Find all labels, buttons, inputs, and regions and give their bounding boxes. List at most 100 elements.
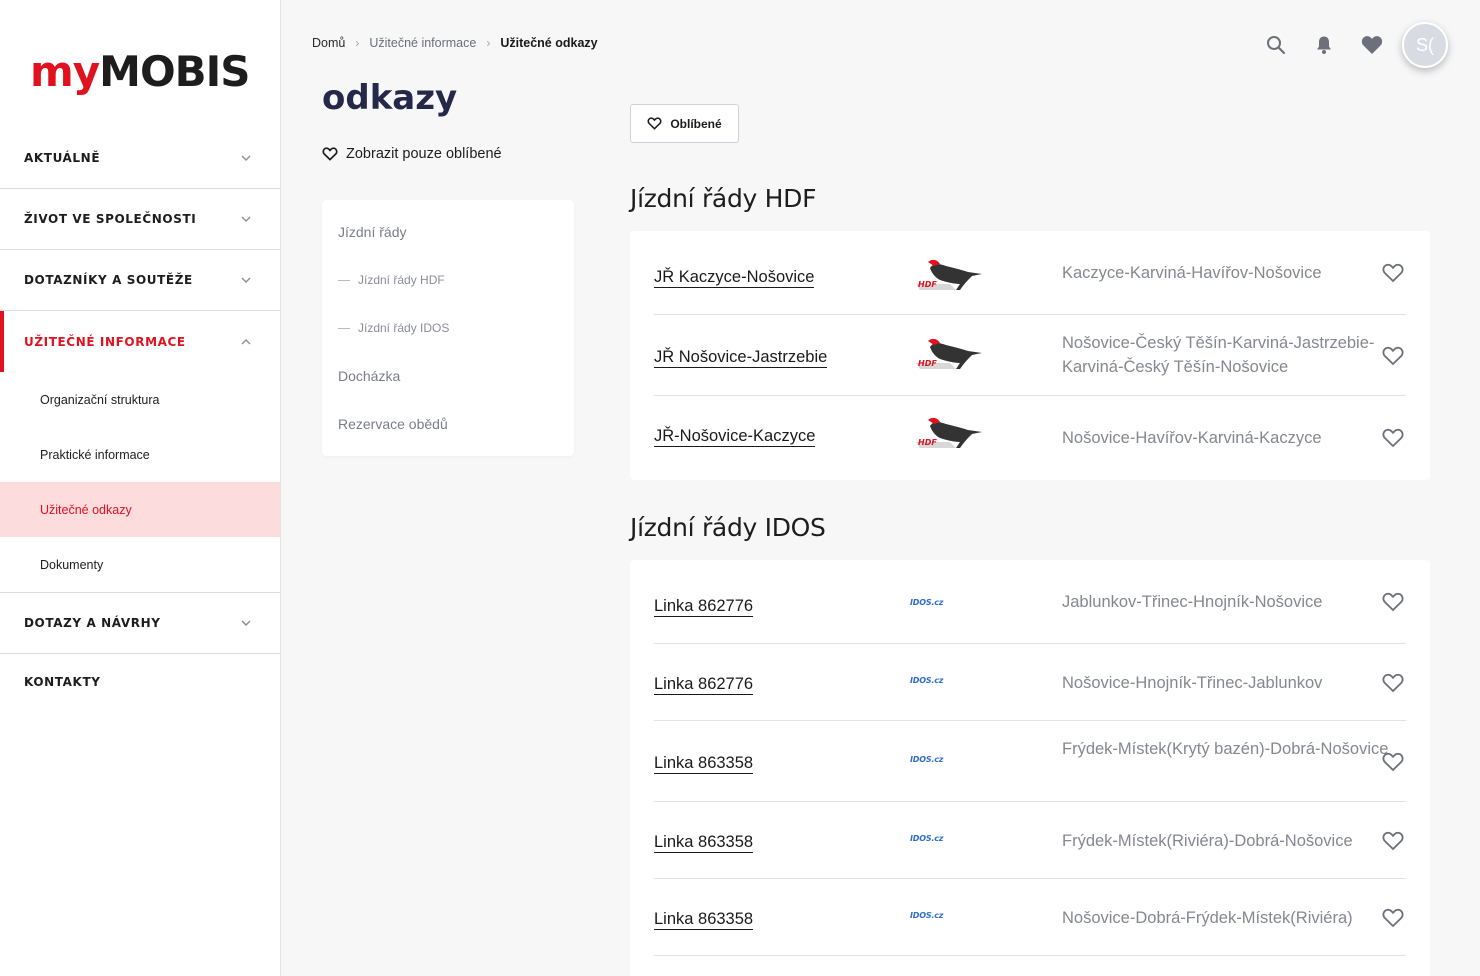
section-title-idos: Jízdní řády IDOS [630, 513, 826, 542]
toc-item-label: Jízdní řády HDF [358, 273, 445, 287]
favorite-heart-icon[interactable] [1382, 263, 1404, 283]
idos-logo: IDOS.cz [910, 676, 944, 685]
idos-logo: IDOS.cz [910, 834, 944, 843]
hdf-kangaroo-logo: HDF [916, 417, 982, 448]
sidebar-subitem-organizacni-struktura[interactable]: Organizační struktura [0, 372, 280, 427]
link-description: Nošovice-Dobrá-Frýdek-Místek(Riviéra) [1062, 909, 1353, 927]
chevron-down-icon [241, 277, 251, 283]
link-description: Kaczyce-Karviná-Havířov-Nošovice [1062, 264, 1322, 282]
page-title: odkazy [322, 78, 458, 118]
search-button[interactable] [1252, 23, 1300, 67]
favorite-heart-icon[interactable] [1382, 673, 1404, 693]
sidebar-subitem-prakticke-informace[interactable]: Praktické informace [0, 427, 280, 482]
link-description: Nošovice-Havířov-Karviná-Kaczyce [1062, 429, 1322, 447]
link-jr-nosovice-kaczyce[interactable]: JŘ-Nošovice-Kaczyce [654, 426, 816, 447]
toc-item-jizdni-rady-hdf[interactable]: Jízdní řády HDF [338, 273, 445, 287]
toc-item-jizdni-rady-idos[interactable]: Jízdní řády IDOS [338, 321, 449, 335]
favorite-heart-icon[interactable] [1382, 428, 1404, 448]
link-row: JŘ-Nošovice-Kaczyce HDF Nošovice-Havířov… [654, 396, 1406, 480]
link-row: Linka 862776 IDOS.cz Jablunkov-Třinec-Hn… [654, 560, 1406, 644]
sidebar-item-dotazy-navrhy[interactable]: DOTAZY A NÁVRHY [0, 593, 280, 654]
sidebar-item-label: KONTAKTY [24, 675, 101, 689]
mymobis-logo[interactable]: my MOBIS [30, 40, 251, 96]
chevron-down-icon [241, 620, 251, 626]
link-row: Linka 863358 IDOS.cz Frýdek-Místek(Rivié… [654, 802, 1406, 879]
sidebar-item-zivot[interactable]: ŽIVOT VE SPOLEČNOSTI [0, 189, 280, 250]
breadcrumb: Domů › Užitečné informace › Užitečné odk… [312, 36, 598, 50]
sidebar-subitem-dokumenty[interactable]: Dokumenty [0, 537, 280, 592]
sidebar: my MOBIS AKTUÁLNĚ ŽIVOT VE SPOLEČNOSTI DO… [0, 0, 281, 976]
avatar[interactable]: S( [1402, 22, 1448, 68]
favorite-heart-icon[interactable] [1382, 752, 1404, 772]
sidebar-item-label: DOTAZNÍKY A SOUTĚŽE [24, 273, 193, 287]
link-row: JŘ Kaczyce-Nošovice HDF Kaczyce-Karviná-… [654, 231, 1406, 315]
favorites-header-button[interactable] [1348, 23, 1396, 67]
main-nav: AKTUÁLNĚ ŽIVOT VE SPOLEČNOSTI DOTAZNÍKY … [0, 128, 280, 710]
link-description: Jablunkov-Třinec-Hnojník-Nošovice [1062, 593, 1323, 611]
submenu: Organizační struktura Praktické informac… [0, 372, 280, 593]
search-icon [1267, 36, 1286, 55]
links-card-hdf: JŘ Kaczyce-Nošovice HDF Kaczyce-Karviná-… [630, 231, 1430, 480]
breadcrumb-parent[interactable]: Užitečné informace [369, 36, 476, 50]
favorites-button[interactable]: Oblíbené [630, 104, 739, 143]
link-linka-863358[interactable]: Linka 863358 [654, 832, 754, 853]
heart-outline-icon [647, 117, 662, 130]
sidebar-item-label: DOTAZY A NÁVRHY [24, 616, 161, 630]
section-title-hdf: Jízdní řády HDF [630, 184, 817, 213]
link-linka-863358[interactable]: Linka 863358 [654, 753, 754, 774]
sidebar-item-kontakty[interactable]: KONTAKTY [0, 654, 280, 710]
svg-text:HDF: HDF [918, 359, 937, 368]
link-jr-nosovice-jastrzebie[interactable]: JŘ Nošovice-Jastrzebie [654, 347, 828, 368]
svg-text:HDF: HDF [918, 438, 937, 447]
hdf-kangaroo-logo: HDF [916, 259, 982, 290]
show-favorites-only-label: Zobrazit pouze oblíbené [346, 146, 502, 162]
logo-my: my [30, 47, 100, 96]
favorite-heart-icon[interactable] [1382, 592, 1404, 612]
links-card-idos: Linka 862776 IDOS.cz Jablunkov-Třinec-Hn… [630, 560, 1430, 976]
link-description: Frýdek-Místek(Riviéra)-Dobrá-Nošovice [1062, 832, 1353, 850]
table-of-contents: Jízdní řády Jízdní řády HDF Jízdní řády … [322, 200, 574, 456]
sidebar-item-dotazniky[interactable]: DOTAZNÍKY A SOUTĚŽE [0, 250, 280, 311]
sidebar-item-label: ŽIVOT VE SPOLEČNOSTI [24, 212, 197, 226]
chevron-right-icon: › [355, 36, 360, 50]
sidebar-subitem-uzitecne-odkazy[interactable]: Užitečné odkazy [0, 482, 280, 537]
idos-logo: IDOS.cz [910, 755, 944, 764]
link-row: Linka 863358 IDOS.cz Frýdek-Místek(Krytý… [654, 721, 1406, 802]
link-linka-863358[interactable]: Linka 863358 [654, 909, 754, 930]
link-description: Nošovice-Český Těšín-Karviná-Jastrzebie-… [1062, 334, 1375, 376]
toc-dash [338, 327, 350, 329]
link-linka-862776[interactable]: Linka 862776 [654, 596, 754, 617]
heart-icon [1361, 36, 1383, 54]
link-row: Linka 862776 IDOS.cz Nošovice-Hnojník-Tř… [654, 644, 1406, 721]
toc-item-rezervace-obedu[interactable]: Rezervace obědů [338, 416, 448, 432]
breadcrumb-home[interactable]: Domů [312, 36, 345, 50]
sidebar-item-aktualne[interactable]: AKTUÁLNĚ [0, 128, 280, 189]
link-description: Nošovice-Hnojník-Třinec-Jablunkov [1062, 674, 1323, 692]
favorites-button-label: Oblíbené [670, 116, 722, 131]
breadcrumb-current: Užitečné odkazy [500, 36, 598, 50]
link-linka-862776[interactable]: Linka 862776 [654, 674, 754, 695]
show-favorites-only-toggle[interactable]: Zobrazit pouze oblíbené [322, 146, 502, 162]
chevron-down-icon [241, 216, 251, 222]
hdf-kangaroo-logo: HDF [916, 338, 982, 369]
favorite-heart-icon[interactable] [1382, 908, 1404, 928]
toc-item-jizdni-rady[interactable]: Jízdní řády [338, 224, 406, 240]
idos-logo: IDOS.cz [910, 598, 944, 607]
header-actions: S( [1252, 22, 1448, 68]
idos-logo: IDOS.cz [910, 911, 944, 920]
chevron-up-icon [241, 338, 251, 344]
notifications-button[interactable] [1300, 23, 1348, 67]
heart-outline-icon [322, 147, 338, 161]
favorite-heart-icon[interactable] [1382, 831, 1404, 851]
link-jr-kaczyce-nosovice[interactable]: JŘ Kaczyce-Nošovice [654, 267, 815, 288]
toc-item-dochazka[interactable]: Docházka [338, 368, 400, 384]
sidebar-item-uzitecne-informace[interactable]: UŽITEČNÉ INFORMACE [0, 311, 280, 372]
link-description: Frýdek-Místek(Krytý bazén)-Dobrá-Nošovic… [1062, 740, 1389, 758]
chevron-right-icon: › [486, 36, 491, 50]
sidebar-item-label: AKTUÁLNĚ [24, 151, 101, 165]
chevron-down-icon [241, 155, 251, 161]
link-row: Linka 863358 IDOS.cz Nošovice-Dobrá-Frýd… [654, 879, 1406, 956]
sidebar-item-label: UŽITEČNÉ INFORMACE [24, 334, 186, 349]
logo-mobis: MOBIS [99, 47, 250, 96]
favorite-heart-icon[interactable] [1382, 346, 1404, 366]
